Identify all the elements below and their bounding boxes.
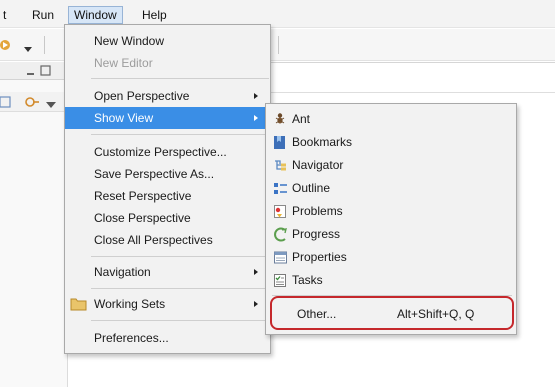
submenu-arrow-icon [254,115,258,121]
maximize-icon[interactable] [40,65,51,79]
menu-separator [91,134,269,135]
navigator-icon [273,158,288,173]
menu-item-reset-perspective[interactable]: Reset Perspective [65,185,270,207]
link-editor-icon[interactable] [24,95,40,112]
menu-item-label: Show View [94,111,154,125]
menu-separator [91,78,269,79]
view-item-tasks[interactable]: Tasks [266,269,516,292]
view-item-label: Outline [292,181,331,195]
menu-item-label: Navigation [94,265,151,279]
view-item-label: Properties [292,250,347,264]
menu-separator [91,288,269,289]
menu-separator [91,256,269,257]
view-item-label: Bookmarks [292,135,353,149]
menu-item-customize-perspective[interactable]: Customize Perspective... [65,141,270,163]
view-menu-icon[interactable] [46,98,56,112]
window-menu: New Window New Editor Open Perspective S… [64,24,271,354]
editor-area-divider [270,92,555,93]
view-item-problems[interactable]: Problems [266,200,516,223]
view-item-properties[interactable]: Properties [266,246,516,269]
menu-project[interactable]: t [0,6,11,24]
view-item-navigator[interactable]: Navigator [266,154,516,177]
menu-item-preferences[interactable]: Preferences... [65,327,270,349]
show-view-submenu: Ant Bookmarks Navigator Outline Problems… [265,103,517,335]
menu-item-close-all-perspectives[interactable]: Close All Perspectives [65,229,270,251]
view-item-outline[interactable]: Outline [266,177,516,200]
progress-icon [273,227,288,242]
toolbar-separator [278,36,279,54]
view-item-label: Ant [292,112,311,126]
run-icon[interactable] [0,38,14,55]
collapse-icon[interactable] [0,95,12,112]
view-item-label: Tasks [292,273,323,287]
view-item-label: Navigator [292,158,344,172]
menu-run[interactable]: Run [27,6,59,24]
menu-item-open-perspective[interactable]: Open Perspective [65,85,270,107]
menu-item-save-perspective-as[interactable]: Save Perspective As... [65,163,270,185]
view-item-bookmarks[interactable]: Bookmarks [266,131,516,154]
properties-icon [273,250,288,265]
menu-item-working-sets[interactable]: Working Sets [65,293,270,315]
other-shortcut: Alt+Shift+Q, Q [397,307,475,321]
submenu-arrow-icon [254,93,258,99]
menu-item-navigation[interactable]: Navigation [65,261,270,283]
view-item-progress[interactable]: Progress [266,223,516,246]
menu-item-new-window[interactable]: New Window [65,30,270,52]
toolbar-separator [44,36,45,54]
submenu-arrow-icon [254,301,258,307]
menu-window[interactable]: Window [68,6,123,24]
menu-help[interactable]: Help [137,6,172,24]
menu-separator [91,320,269,321]
submenu-arrow-icon [254,269,258,275]
view-item-label: Progress [292,227,341,241]
bookmarks-icon [273,135,288,150]
outline-icon [273,181,288,196]
menu-item-label: Working Sets [94,297,166,311]
view-item-other[interactable]: Other... Alt+Shift+Q, Q [270,296,514,330]
menu-item-label: Open Perspective [94,89,190,103]
chevron-down-icon[interactable] [24,42,32,56]
problems-icon [273,204,288,219]
tasks-icon [273,273,288,288]
editor-area-border [270,62,555,63]
minimize-icon[interactable] [26,67,36,81]
menu-item-show-view[interactable]: Show View [65,107,270,129]
folder-icon [70,296,87,311]
view-item-ant[interactable]: Ant [266,108,516,131]
view-item-label: Problems [292,204,343,218]
other-label: Other... [297,307,337,321]
menu-item-new-editor: New Editor [94,56,153,70]
ant-icon [273,112,288,127]
menu-item-close-perspective[interactable]: Close Perspective [65,207,270,229]
